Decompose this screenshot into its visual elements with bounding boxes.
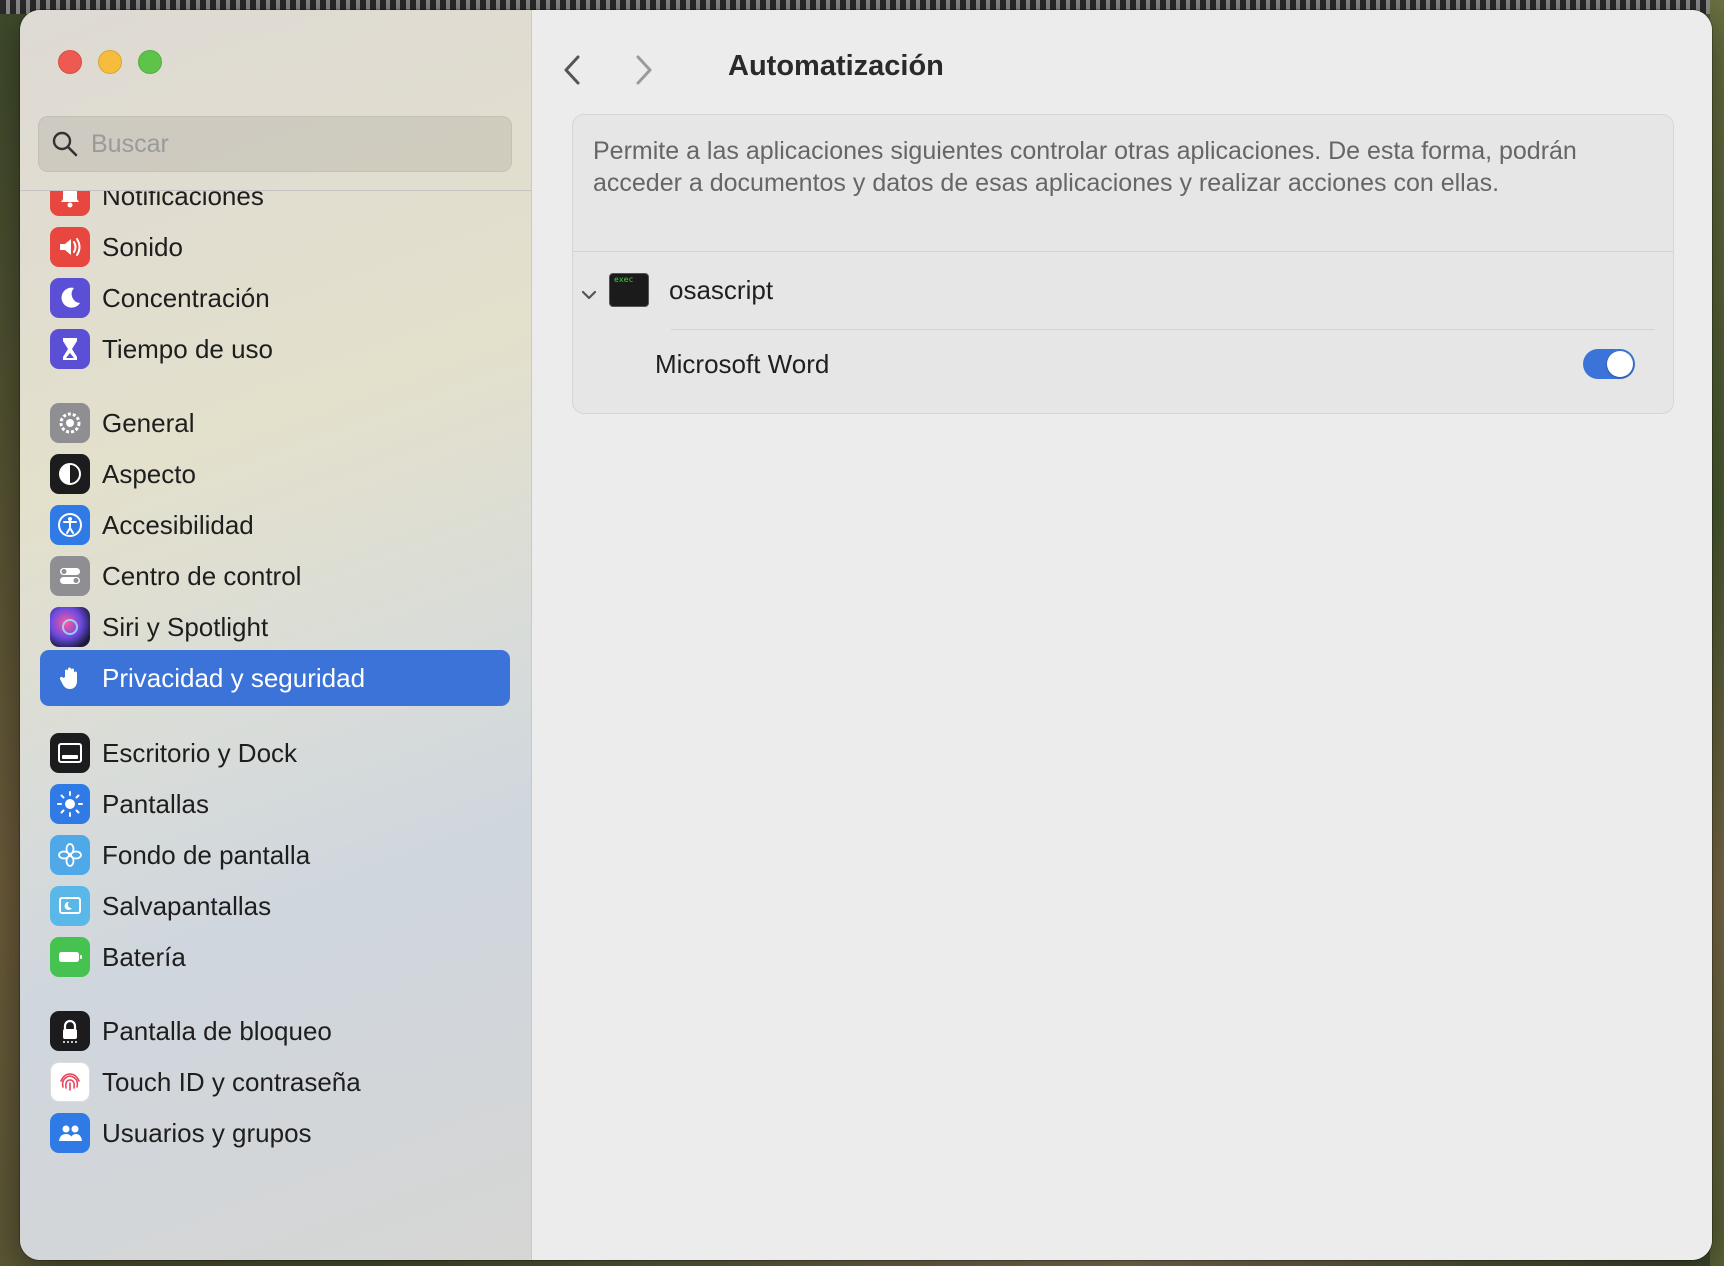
terminal-app-icon: exec — [609, 273, 649, 307]
minimize-button[interactable] — [98, 50, 122, 74]
sidebar-item-label: Sonido — [102, 231, 183, 262]
sidebar-item-tiempo-de-uso[interactable]: Tiempo de uso — [40, 321, 510, 377]
flower-icon — [50, 835, 90, 875]
sidebar-item-privacidad-y-seguridad[interactable]: Privacidad y seguridad — [40, 650, 510, 706]
fingerprint-icon — [50, 1062, 90, 1102]
divider — [573, 251, 1673, 252]
sun-icon — [50, 784, 90, 824]
chevron-left-icon — [564, 55, 580, 85]
app-name: osascript — [669, 275, 774, 305]
sidebar-item-label: Escritorio y Dock — [102, 737, 298, 768]
sidebar-item-fondo-de-pantalla[interactable]: Fondo de pantalla — [40, 827, 510, 883]
sidebar-item-label: Centro de control — [102, 560, 302, 591]
screensaver-icon — [50, 886, 90, 926]
chevron-right-icon — [636, 55, 652, 85]
sidebar-item-pantallas[interactable]: Pantallas — [40, 776, 510, 832]
window-controls — [58, 50, 162, 74]
sidebar-item-label: Usuarios y grupos — [102, 1117, 312, 1148]
toggle-knob — [1607, 351, 1633, 377]
sidebar-item-label: Concentración — [102, 282, 270, 313]
bell-icon — [50, 191, 90, 216]
sidebar-item-label: Privacidad y seguridad — [102, 662, 366, 693]
dock-icon — [50, 733, 90, 773]
search-icon — [52, 131, 78, 157]
zoom-button[interactable] — [138, 50, 162, 74]
divider — [671, 329, 1655, 330]
panel-description: Permite a las aplicaciones siguientes co… — [593, 137, 1577, 197]
sidebar-item-label: Tiempo de uso — [102, 333, 274, 364]
sidebar-item-label: Siri y Spotlight — [102, 611, 269, 642]
appearance-icon — [50, 454, 90, 494]
sidebar-item-usuarios-y-grupos[interactable]: Usuarios y grupos — [40, 1105, 510, 1161]
sidebar: Notificaciones Sonido Concentración — [20, 10, 532, 1260]
gear-icon — [50, 403, 90, 443]
sidebar-item-sonido[interactable]: Sonido — [40, 219, 510, 275]
sidebar-item-label: Pantallas — [102, 788, 209, 819]
page-title: Automatización — [728, 50, 944, 82]
sidebar-item-label: Aspecto — [102, 458, 196, 489]
chevron-down-icon[interactable] — [579, 285, 599, 305]
sidebar-item-general[interactable]: General — [40, 395, 510, 451]
sidebar-item-label: General — [102, 407, 195, 438]
sidebar-item-label: Salvapantallas — [102, 890, 272, 921]
users-icon — [50, 1113, 90, 1153]
control-center-icon — [50, 556, 90, 596]
battery-icon — [50, 937, 90, 977]
lock-icon — [50, 1011, 90, 1051]
sidebar-item-label: Touch ID y contraseña — [102, 1066, 361, 1097]
sidebar-item-aspecto[interactable]: Aspecto — [40, 446, 510, 502]
settings-window: Notificaciones Sonido Concentración — [20, 10, 1712, 1260]
siri-icon — [50, 607, 90, 647]
accessibility-icon — [50, 505, 90, 545]
sidebar-item-label: Fondo de pantalla — [102, 839, 311, 870]
controlled-app-name: Microsoft Word — [655, 349, 830, 379]
sidebar-item-centro-de-control[interactable]: Centro de control — [40, 548, 510, 604]
hand-icon — [50, 658, 90, 698]
sidebar-item-label: Batería — [102, 941, 186, 972]
main-content: Automatización Permite a las aplicacione… — [532, 10, 1712, 1260]
sidebar-item-label: Notificaciones — [102, 191, 264, 211]
sidebar-item-bateria[interactable]: Batería — [40, 929, 510, 985]
sidebar-list: Notificaciones Sonido Concentración Tiem… — [20, 191, 532, 1260]
sidebar-item-label: Accesibilidad — [102, 509, 254, 540]
sidebar-item-touch-id-y-contrasena[interactable]: Touch ID y contraseña — [40, 1054, 510, 1110]
hourglass-icon — [50, 329, 90, 369]
sidebar-item-siri-y-spotlight[interactable]: Siri y Spotlight — [40, 599, 510, 655]
app-icon-text: exec — [614, 275, 634, 284]
sidebar-item-concentracion[interactable]: Concentración — [40, 270, 510, 326]
sidebar-item-accesibilidad[interactable]: Accesibilidad — [40, 497, 510, 553]
desktop-wallpaper-edge — [1710, 0, 1724, 1266]
back-button[interactable] — [554, 46, 590, 94]
microsoft-word-toggle[interactable] — [1583, 349, 1635, 379]
sidebar-item-label: Pantalla de bloqueo — [102, 1015, 332, 1046]
sidebar-item-salvapantallas[interactable]: Salvapantallas — [40, 878, 510, 934]
speaker-icon — [50, 227, 90, 267]
forward-button[interactable] — [626, 46, 662, 94]
sidebar-item-escritorio-y-dock[interactable]: Escritorio y Dock — [40, 725, 510, 781]
sidebar-item-pantalla-de-bloqueo[interactable]: Pantalla de bloqueo — [40, 1003, 510, 1059]
search-input[interactable] — [91, 129, 491, 159]
close-button[interactable] — [58, 50, 82, 74]
search-field[interactable] — [38, 116, 512, 172]
moon-icon — [50, 278, 90, 318]
automation-panel: Permite a las aplicaciones siguientes co… — [572, 114, 1674, 414]
